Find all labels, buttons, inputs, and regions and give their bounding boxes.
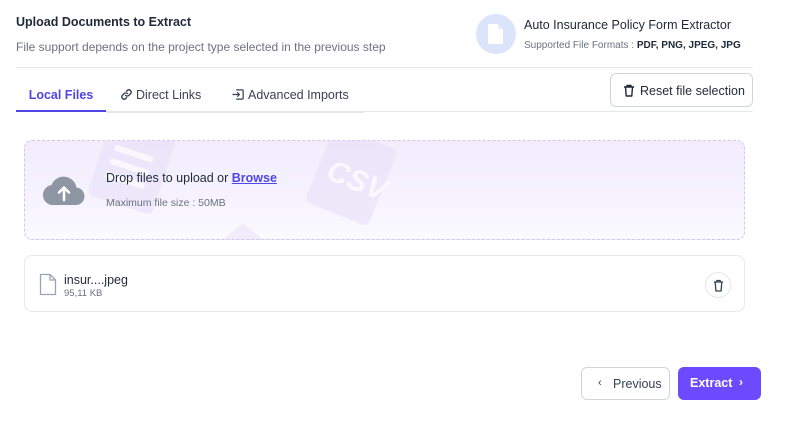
tab-label: Direct Links	[136, 88, 202, 102]
trash-icon	[624, 84, 634, 97]
delete-file-button[interactable]	[705, 272, 731, 298]
project-avatar	[476, 14, 516, 54]
dropzone-decoration: CSV	[88, 141, 397, 239]
dropzone-prompt: Drop files to upload or Browse	[106, 171, 277, 185]
cloud-upload-icon	[42, 176, 85, 206]
file-icon	[39, 273, 57, 296]
file-name: insur....jpeg	[64, 273, 128, 287]
chevron-right-icon: ›	[739, 375, 743, 389]
tab-label: Local Files	[28, 88, 94, 102]
tab-local-files[interactable]: Local Files	[16, 78, 106, 112]
chevron-left-icon: ‹	[598, 377, 602, 389]
reset-button-label: Reset file selection	[640, 84, 745, 98]
previous-button[interactable]: ‹ Previous	[581, 367, 670, 400]
project-name: Auto Insurance Policy Form Extractor	[524, 18, 732, 32]
tab-label: Advanced Imports	[248, 88, 349, 102]
file-list-item: insur....jpeg 95,11 KB	[24, 255, 745, 312]
dropzone-prompt-text: Drop files to upload or	[106, 171, 229, 185]
file-size: 95,11 KB	[64, 288, 103, 299]
file-dropzone[interactable]: CSV Drop files to upload or Browse Maxim…	[24, 140, 745, 240]
project-info: Auto Insurance Policy Form Extractor Sup…	[476, 12, 746, 56]
max-file-size: Maximum file size : 50MB	[106, 197, 226, 209]
extract-button[interactable]: Extract ›	[678, 367, 761, 400]
tabs-divider	[106, 111, 364, 113]
page-title: Upload Documents to Extract	[16, 15, 192, 29]
previous-button-label: Previous	[613, 377, 662, 391]
import-icon	[232, 89, 244, 100]
formats-label: Supported File Formats :	[524, 40, 635, 51]
tab-direct-links[interactable]: Direct Links	[120, 78, 201, 112]
reset-file-selection-button[interactable]: Reset file selection	[610, 73, 753, 107]
trash-icon	[714, 279, 723, 292]
page-subtitle: File support depends on the project type…	[16, 40, 386, 54]
extract-button-label: Extract	[690, 376, 733, 390]
tab-advanced-imports[interactable]: Advanced Imports	[232, 78, 349, 112]
link-icon	[121, 89, 132, 100]
document-icon	[488, 24, 503, 44]
browse-link[interactable]: Browse	[232, 171, 277, 185]
supported-formats: Supported File Formats : PDF, PNG, JPEG,…	[524, 40, 741, 51]
formats-value: PDF, PNG, JPEG, JPG	[636, 40, 741, 51]
